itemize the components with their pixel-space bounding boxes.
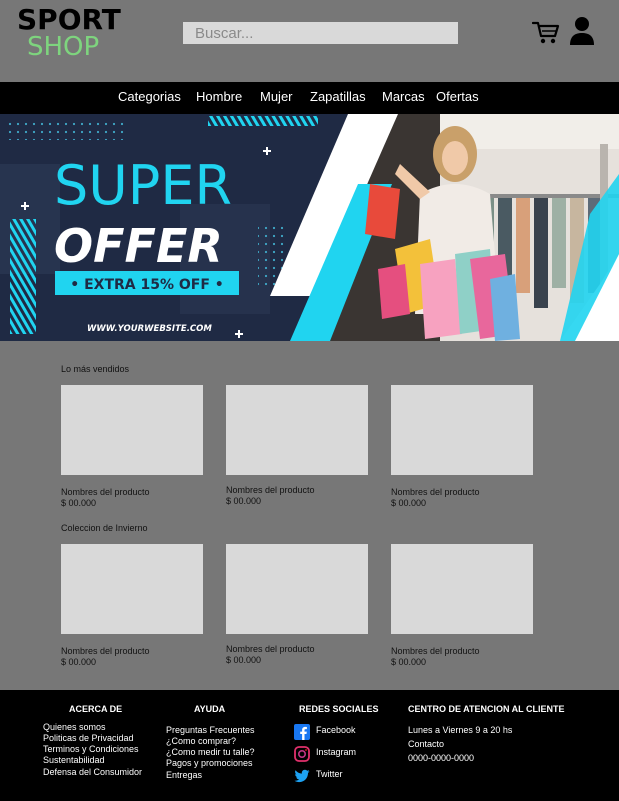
section-title-winter-collection: Coleccion de Invierno	[61, 523, 148, 533]
product-price: $ 00.000	[61, 498, 97, 508]
footer-support-hours: Lunes a Viernes 9 a 20 hs	[408, 725, 513, 735]
search-input[interactable]	[183, 22, 458, 44]
banner-url: WWW.YOURWEBSITE.COM	[87, 324, 212, 334]
footer-link-instagram[interactable]: Instagram	[316, 747, 356, 757]
footer-link-sustentabilidad[interactable]: Sustentabilidad	[43, 755, 105, 765]
footer-link-medir-talle[interactable]: ¿Como medir tu talle?	[166, 747, 255, 757]
footer-link-como-comprar[interactable]: ¿Como comprar?	[166, 736, 236, 746]
header: SPORT SHOP	[0, 0, 619, 82]
footer: ACERCA DE Quienes somos Politicas de Pri…	[0, 690, 619, 801]
product-name[interactable]: Nombres del producto	[391, 646, 480, 656]
product-name[interactable]: Nombres del producto	[391, 487, 480, 497]
nav-item-zapatillas[interactable]: Zapatillas	[310, 89, 366, 104]
product-price: $ 00.000	[391, 498, 427, 508]
footer-link-twitter[interactable]: Twitter	[316, 769, 343, 779]
banner-badge: • EXTRA 15% OFF •	[70, 277, 223, 293]
product-image[interactable]	[226, 385, 368, 475]
footer-link-facebook[interactable]: Facebook	[316, 725, 356, 735]
product-name[interactable]: Nombres del producto	[226, 644, 315, 654]
promo-banner[interactable]: SUPER OFFER • EXTRA 15% OFF • WWW.YOURWE…	[0, 114, 619, 341]
nav-item-categorias[interactable]: Categorias	[118, 89, 181, 104]
footer-link-pagos[interactable]: Pagos y promociones	[166, 758, 253, 768]
nav-item-mujer[interactable]: Mujer	[260, 89, 293, 104]
product-image[interactable]	[61, 385, 203, 475]
product-price: $ 00.000	[61, 657, 97, 667]
logo[interactable]: SPORT SHOP	[17, 3, 121, 62]
section-title-best-sellers: Lo más vendidos	[61, 364, 130, 374]
product-price: $ 00.000	[226, 655, 262, 665]
facebook-icon[interactable]	[294, 724, 310, 740]
twitter-icon[interactable]	[294, 768, 310, 784]
banner-line1: SUPER	[54, 154, 232, 217]
product-image[interactable]	[391, 544, 533, 634]
logo-bottom-text: SHOP	[27, 32, 100, 62]
banner-line2: OFFER	[54, 219, 223, 273]
logo-top-text: SPORT	[17, 3, 121, 36]
product-price: $ 00.000	[391, 657, 427, 667]
footer-link-terminos[interactable]: Terminos y Condiciones	[43, 744, 139, 754]
product-image[interactable]	[61, 544, 203, 634]
banner-artwork: SUPER OFFER • EXTRA 15% OFF • WWW.YOURWE…	[0, 114, 619, 341]
product-image[interactable]	[391, 385, 533, 475]
nav-item-ofertas[interactable]: Ofertas	[436, 89, 479, 104]
product-name[interactable]: Nombres del producto	[226, 485, 315, 495]
product-name[interactable]: Nombres del producto	[61, 487, 150, 497]
footer-link-contacto[interactable]: Contacto	[408, 739, 444, 749]
instagram-icon[interactable]	[294, 746, 310, 762]
main-nav: Categorias Hombre Mujer Zapatillas Marca…	[0, 82, 619, 114]
product-price: $ 00.000	[226, 496, 262, 506]
footer-link-entregas[interactable]: Entregas	[166, 770, 202, 780]
product-name[interactable]: Nombres del producto	[61, 646, 150, 656]
nav-item-marcas[interactable]: Marcas	[382, 89, 425, 104]
footer-link-faq[interactable]: Preguntas Frecuentes	[166, 725, 255, 735]
footer-help-title: AYUDA	[194, 704, 226, 714]
shopping-cart-icon[interactable]	[532, 18, 560, 46]
footer-about-title: ACERCA DE	[69, 704, 123, 714]
product-image[interactable]	[226, 544, 368, 634]
footer-social-title: REDES SOCIALES	[299, 704, 379, 714]
footer-link-privacidad[interactable]: Politicas de Privacidad	[43, 733, 134, 743]
footer-link-defensa-consumidor[interactable]: Defensa del Consumidor	[43, 767, 142, 777]
user-icon[interactable]	[569, 16, 595, 46]
nav-item-hombre[interactable]: Hombre	[196, 89, 242, 104]
footer-link-quienes-somos[interactable]: Quienes somos	[43, 722, 106, 732]
footer-support-title: CENTRO DE ATENCION AL CLIENTE	[408, 704, 565, 714]
footer-support-phone: 0000-0000-0000	[408, 753, 475, 763]
